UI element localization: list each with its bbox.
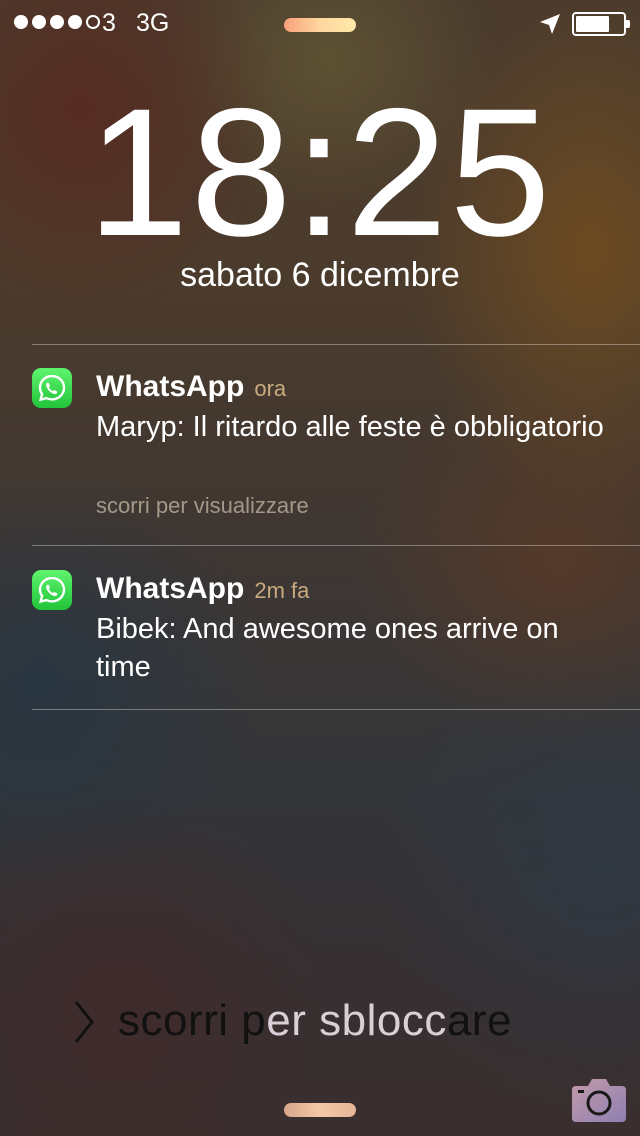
battery-tip [626, 20, 630, 28]
unlock-text-part: scorri p [118, 996, 267, 1045]
signal-dot [14, 15, 28, 29]
notification-time: ora [254, 376, 287, 401]
lockscreen-date: sabato 6 dicembre [180, 256, 460, 294]
app-name-text: WhatsApp [96, 370, 245, 403]
status-bar: 3 3G [0, 0, 640, 44]
camera-icon[interactable] [570, 1076, 628, 1124]
location-arrow-icon [540, 14, 560, 34]
signal-strength-icon [14, 15, 100, 29]
whatsapp-icon [32, 368, 72, 408]
unlock-text-shine: er sblocc [266, 996, 447, 1045]
control-center-grabber[interactable] [284, 1103, 356, 1117]
signal-dot [68, 15, 82, 29]
notification-center-grabber[interactable] [284, 18, 356, 32]
notification-message: Maryp: Il ritardo alle feste è obbligato… [96, 411, 604, 443]
notification-app-name: WhatsApp 2m fa [96, 572, 309, 606]
carrier-name: 3 [102, 9, 116, 37]
notification-message: Bibek: And awesome ones arrive on time [96, 613, 559, 683]
chevron-right-icon [74, 1001, 94, 1043]
notification-hint: scorri per visualizzare [96, 493, 309, 518]
app-name-text: WhatsApp [96, 572, 245, 605]
notification-item[interactable]: WhatsApp ora Maryp: Il ritardo alle feste… [0, 345, 640, 545]
lockscreen-clock: 18:25 [87, 70, 553, 274]
notification-divider [32, 709, 640, 710]
whatsapp-icon [32, 570, 72, 610]
unlock-text-part: are [446, 996, 512, 1045]
battery-level [576, 16, 609, 32]
signal-dot [32, 15, 46, 29]
battery-icon [572, 12, 630, 36]
notification-time: 2m fa [254, 578, 310, 603]
notification-item[interactable]: WhatsApp 2m fa Bibek: And awesome ones ar… [0, 546, 640, 708]
signal-dot [86, 15, 100, 29]
slide-to-unlock[interactable]: scorri per sbloccare [118, 996, 512, 1046]
network-type: 3G [136, 9, 170, 37]
signal-dot [50, 15, 64, 29]
notification-app-name: WhatsApp ora [96, 370, 286, 404]
